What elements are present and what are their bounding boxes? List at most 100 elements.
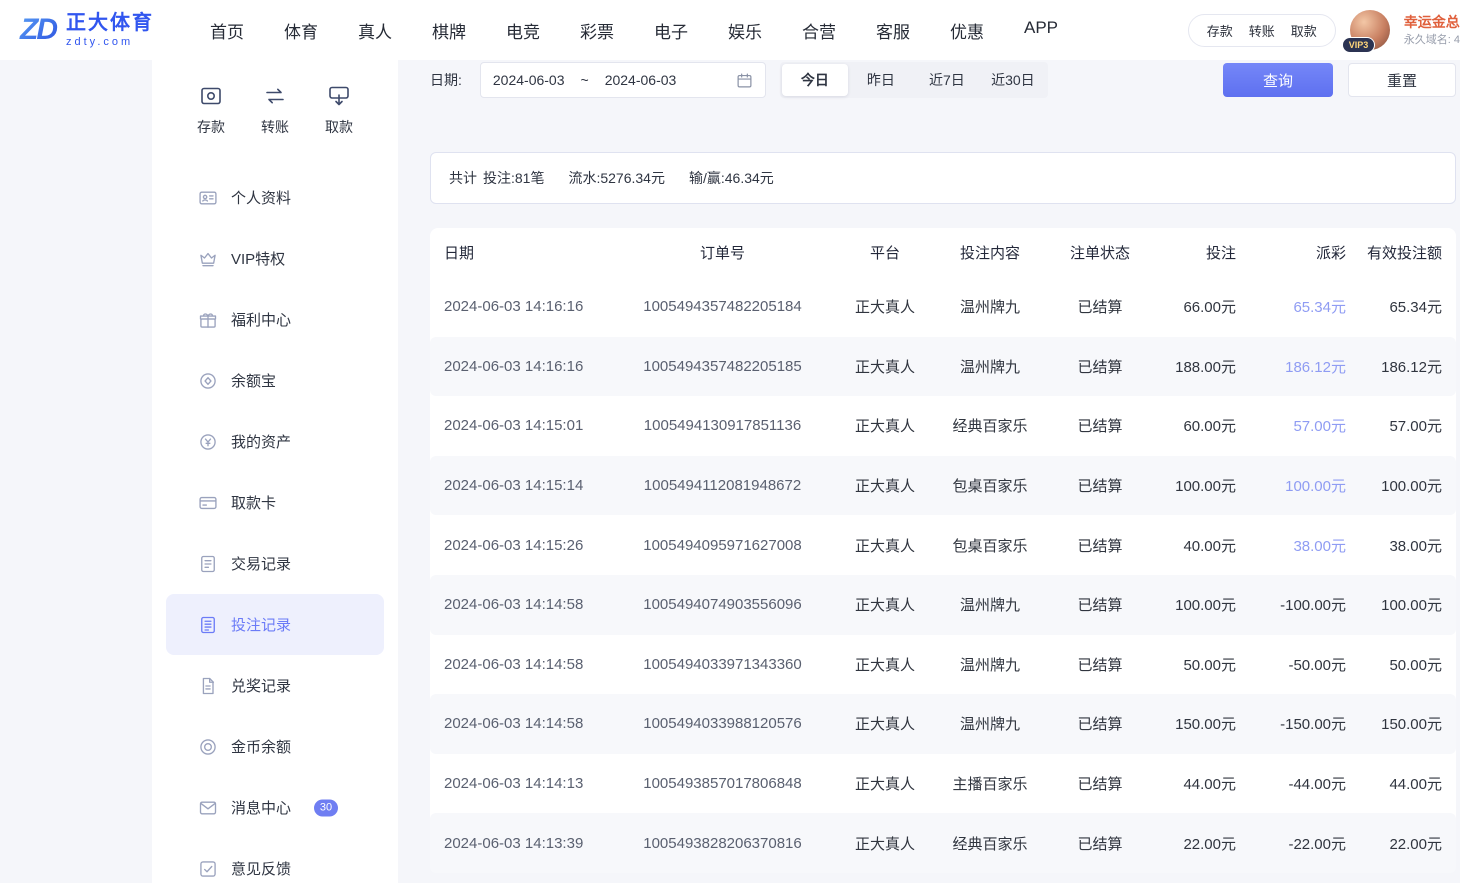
nav-item-app[interactable]: APP xyxy=(1024,18,1058,43)
cell-status: 已结算 xyxy=(1050,833,1150,854)
cell-payout: -50.00元 xyxy=(1250,654,1360,675)
cell-status: 已结算 xyxy=(1050,594,1150,615)
cell-date: 2024-06-03 14:14:58 xyxy=(430,715,605,732)
nav-item-entertainment[interactable]: 娱乐 xyxy=(728,18,762,43)
nav-item-promotions[interactable]: 优惠 xyxy=(950,18,984,43)
sidebar-item-gold-balance[interactable]: 金币余额 xyxy=(166,716,384,777)
assets-icon xyxy=(198,432,218,452)
cell-status: 已结算 xyxy=(1050,356,1150,377)
sidebar-item-withdraw-card[interactable]: 取款卡 xyxy=(166,472,384,533)
cell-payout: 38.00元 xyxy=(1250,535,1360,556)
cell-platform: 正大真人 xyxy=(840,773,930,794)
reset-button[interactable]: 重置 xyxy=(1348,63,1456,97)
date-quick-tabs: 今日 昨日 近7日 近30日 xyxy=(780,62,1048,98)
cell-valid-amount: 57.00元 xyxy=(1360,415,1456,436)
sidebar-item-message-center[interactable]: 消息中心 30 xyxy=(166,777,384,838)
cell-valid-amount: 50.00元 xyxy=(1360,654,1456,675)
sidebar-item-label: 意见反馈 xyxy=(231,858,291,879)
sidebar-item-label: 消息中心 xyxy=(231,797,291,818)
id-card-icon xyxy=(198,188,218,208)
avatar-wrap: VIP3 xyxy=(1350,10,1390,50)
account-area: 存款 转账 取款 VIP3 幸运金总 永久域名: 4 xyxy=(1188,10,1460,50)
nav-item-home[interactable]: 首页 xyxy=(210,18,244,43)
bet-record-icon xyxy=(198,615,218,635)
cell-platform: 正大真人 xyxy=(840,356,930,377)
sidebar-item-label: 余额宝 xyxy=(231,370,276,391)
nav-item-live-casino[interactable]: 真人 xyxy=(358,18,392,43)
cell-valid-amount: 100.00元 xyxy=(1360,594,1456,615)
table-row: 2024-06-03 14:16:16 1005494357482205184 … xyxy=(430,277,1456,337)
nav-item-slots[interactable]: 电子 xyxy=(654,18,688,43)
table-row: 2024-06-03 14:16:16 1005494357482205185 … xyxy=(430,337,1456,397)
cell-bet-amount: 100.00元 xyxy=(1150,475,1250,496)
nav-item-sports[interactable]: 体育 xyxy=(284,18,318,43)
cell-valid-amount: 150.00元 xyxy=(1360,713,1456,734)
sidebar-item-label: VIP特权 xyxy=(231,248,285,269)
sidebar-quick-transfer[interactable]: 转账 xyxy=(250,84,300,137)
cell-bet-content: 经典百家乐 xyxy=(930,415,1050,436)
sidebar: 存款 转账 取款 个人资料 VIP特权 福利中心 xyxy=(152,60,398,883)
cell-order-number: 1005494357482205184 xyxy=(605,298,840,315)
nav-item-esports[interactable]: 电竞 xyxy=(506,18,540,43)
sidebar-item-label: 取款卡 xyxy=(231,492,276,513)
cell-bet-amount: 150.00元 xyxy=(1150,713,1250,734)
cell-platform: 正大真人 xyxy=(840,535,930,556)
transfer-link[interactable]: 转账 xyxy=(1249,21,1275,40)
sidebar-quick-withdraw[interactable]: 取款 xyxy=(314,84,364,137)
cell-payout: 65.34元 xyxy=(1250,296,1360,317)
cell-bet-content: 温州牌九 xyxy=(930,356,1050,377)
sidebar-quick-deposit[interactable]: 存款 xyxy=(186,84,236,137)
cell-platform: 正大真人 xyxy=(840,713,930,734)
sidebar-item-vip[interactable]: VIP特权 xyxy=(166,228,384,289)
cell-bet-amount: 66.00元 xyxy=(1150,296,1250,317)
cell-status: 已结算 xyxy=(1050,475,1150,496)
cell-platform: 正大真人 xyxy=(840,654,930,675)
brand-logo[interactable]: ZD 正大体育 zdty.com xyxy=(18,12,154,48)
nav-item-lottery[interactable]: 彩票 xyxy=(580,18,614,43)
table-row: 2024-06-03 14:13:39 1005493828206370816 … xyxy=(430,813,1456,873)
sidebar-item-feedback[interactable]: 意见反馈 xyxy=(166,838,384,883)
brand-monogram-icon: ZD xyxy=(18,13,58,47)
date-to: 2024-06-03 xyxy=(605,72,677,88)
redeem-record-icon xyxy=(198,676,218,696)
sidebar-item-profile[interactable]: 个人资料 xyxy=(166,167,384,228)
cell-bet-content: 经典百家乐 xyxy=(930,833,1050,854)
header-bet-amount: 投注 xyxy=(1150,242,1250,263)
sidebar-item-transaction-records[interactable]: 交易记录 xyxy=(166,533,384,594)
cell-payout: 57.00元 xyxy=(1250,415,1360,436)
withdraw-link[interactable]: 取款 xyxy=(1291,21,1317,40)
header-bet-content: 投注内容 xyxy=(930,242,1050,263)
query-button[interactable]: 查询 xyxy=(1223,63,1333,97)
quick-action-label: 存款 xyxy=(197,117,225,137)
nav-item-chess[interactable]: 棋牌 xyxy=(432,18,466,43)
tab-last-30-days[interactable]: 近30日 xyxy=(980,64,1046,96)
cell-payout: 186.12元 xyxy=(1250,356,1360,377)
cell-payout: -150.00元 xyxy=(1250,713,1360,734)
gift-icon xyxy=(198,310,218,330)
tab-today[interactable]: 今日 xyxy=(782,64,848,96)
sidebar-item-label: 福利中心 xyxy=(231,309,291,330)
sidebar-item-welfare[interactable]: 福利中心 xyxy=(166,289,384,350)
summary-turnover: 流水:5276.34元 xyxy=(568,168,665,188)
sidebar-item-label: 我的资产 xyxy=(231,431,291,452)
sidebar-item-redeem-records[interactable]: 兑奖记录 xyxy=(166,655,384,716)
deposit-icon xyxy=(199,84,223,108)
sidebar-item-yuebao[interactable]: 余额宝 xyxy=(166,350,384,411)
sidebar-item-label: 兑奖记录 xyxy=(231,675,291,696)
nav-item-service[interactable]: 客服 xyxy=(876,18,910,43)
deposit-link[interactable]: 存款 xyxy=(1207,21,1233,40)
message-icon xyxy=(198,798,218,818)
cell-bet-amount: 60.00元 xyxy=(1150,415,1250,436)
nav-item-alliance[interactable]: 合营 xyxy=(802,18,836,43)
sidebar-item-bet-records[interactable]: 投注记录 xyxy=(166,594,384,655)
tab-last-7-days[interactable]: 近7日 xyxy=(914,64,980,96)
transaction-record-icon xyxy=(198,554,218,574)
header-valid-amount: 有效投注额 xyxy=(1360,242,1456,263)
cell-valid-amount: 186.12元 xyxy=(1360,356,1456,377)
date-range-picker[interactable]: 2024-06-03 ~ 2024-06-03 xyxy=(480,62,766,98)
sidebar-item-assets[interactable]: 我的资产 xyxy=(166,411,384,472)
table-row: 2024-06-03 14:15:26 1005494095971627008 … xyxy=(430,515,1456,575)
table-row: 2024-06-03 14:14:58 1005494033988120576 … xyxy=(430,694,1456,754)
cell-order-number: 1005494357482205185 xyxy=(605,358,840,375)
tab-yesterday[interactable]: 昨日 xyxy=(848,64,914,96)
